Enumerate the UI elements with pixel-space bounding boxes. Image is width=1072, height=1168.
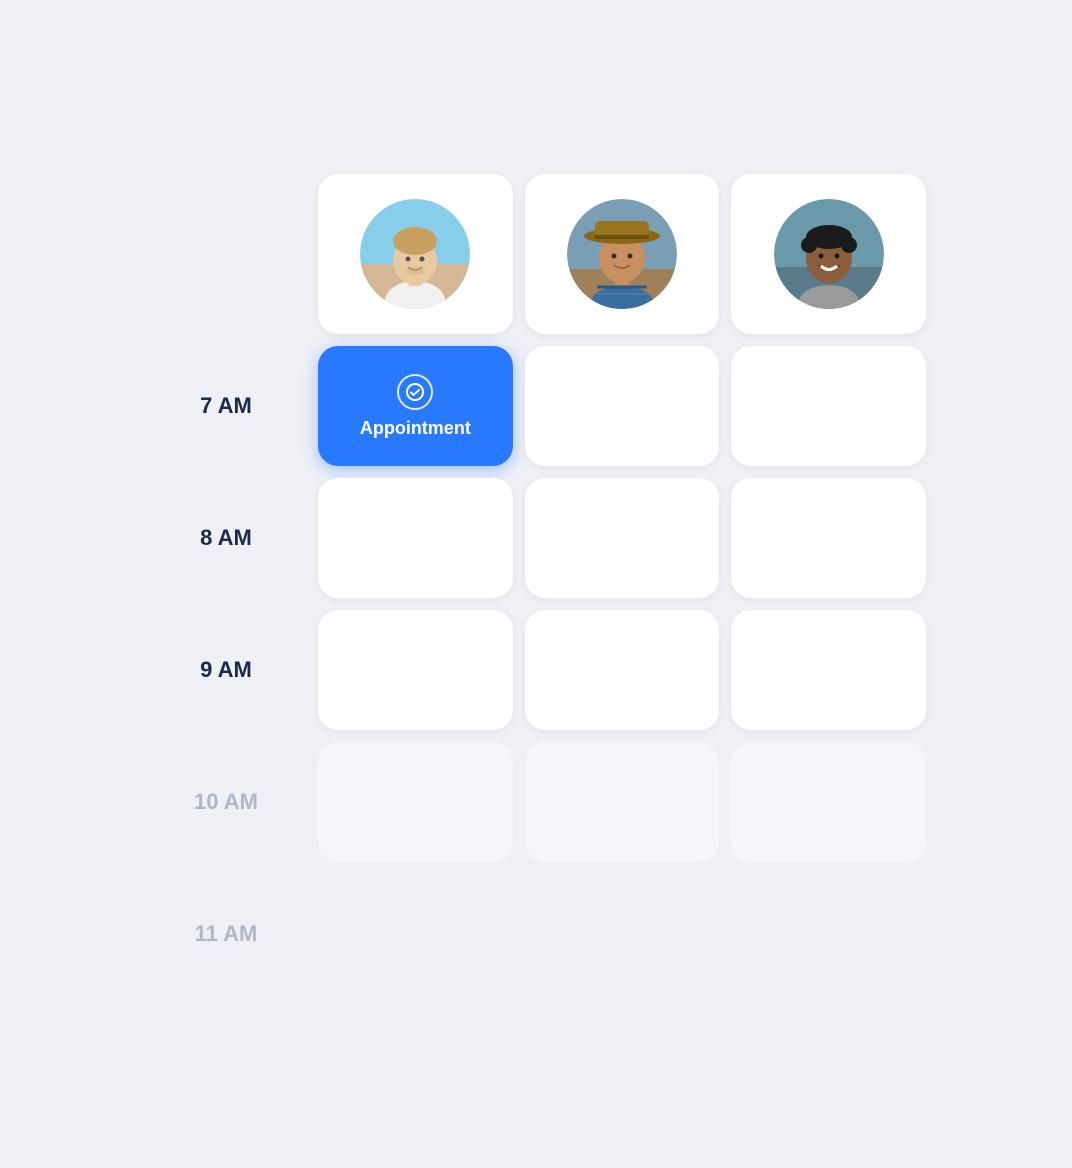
time-9am: 9 AM <box>146 610 306 730</box>
slot-8am-2[interactable] <box>525 478 720 598</box>
time-10am: 10 AM <box>146 742 306 862</box>
appointment-check-icon <box>397 374 433 410</box>
header-empty-cell <box>146 174 306 334</box>
slot-8am-1[interactable] <box>318 478 513 598</box>
time-8am: 8 AM <box>146 478 306 598</box>
time-label-9am: 9 AM <box>200 657 252 683</box>
time-label-10am: 10 AM <box>194 789 258 815</box>
slot-10am-1[interactable] <box>318 742 513 862</box>
slot-7am-2[interactable] <box>525 346 720 466</box>
avatar-3 <box>774 199 884 309</box>
person-2-avatar-cell <box>525 174 720 334</box>
avatar-1 <box>360 199 470 309</box>
slot-9am-2[interactable] <box>525 610 720 730</box>
slot-11am-2 <box>525 874 720 994</box>
slot-7am-3[interactable] <box>731 346 926 466</box>
avatar-2 <box>567 199 677 309</box>
time-label-11am: 11 AM <box>195 921 258 947</box>
slot-9am-1[interactable] <box>318 610 513 730</box>
appointment-label: Appointment <box>360 418 471 439</box>
slot-11am-3 <box>731 874 926 994</box>
calendar-container: 7 AM Appointment 8 AM 9 AM <box>106 134 966 1034</box>
slot-9am-3[interactable] <box>731 610 926 730</box>
slot-10am-2[interactable] <box>525 742 720 862</box>
time-7am: 7 AM <box>146 346 306 466</box>
time-11am: 11 AM <box>146 874 306 994</box>
slot-8am-3[interactable] <box>731 478 926 598</box>
person-3-avatar-cell <box>731 174 926 334</box>
calendar-grid: 7 AM Appointment 8 AM 9 AM <box>146 174 926 994</box>
appointment-slot-7am-1[interactable]: Appointment <box>318 346 513 466</box>
slot-10am-3[interactable] <box>731 742 926 862</box>
time-label-8am: 8 AM <box>200 525 252 551</box>
person-1-avatar-cell <box>318 174 513 334</box>
time-label-7am: 7 AM <box>200 393 252 419</box>
slot-11am-1 <box>318 874 513 994</box>
